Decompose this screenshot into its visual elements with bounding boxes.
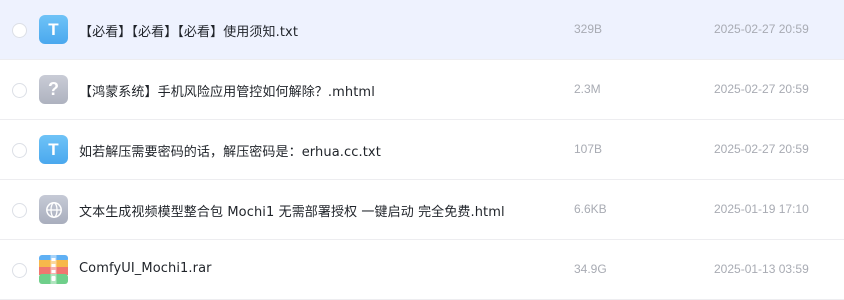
row-checkbox[interactable]: [12, 263, 27, 278]
file-name[interactable]: 如若解压需要密码的话，解压密码是：erhua.cc.txt: [79, 141, 381, 160]
file-size: 2.3M: [574, 82, 601, 96]
row-checkbox[interactable]: [12, 83, 27, 98]
file-row[interactable]: ComfyUI_Mochi1.rar 34.9G 2025-01-13 03:5…: [0, 240, 844, 300]
txt-file-icon: T: [39, 135, 68, 164]
row-checkbox[interactable]: [12, 23, 27, 38]
file-name[interactable]: 【必看】【必看】【必看】使用须知.txt: [79, 21, 298, 40]
file-size: 107B: [574, 142, 603, 156]
file-name[interactable]: 【鸿蒙系统】手机风险应用管控如何解除？.mhtml: [79, 81, 375, 100]
file-name[interactable]: ComfyUI_Mochi1.rar: [79, 261, 212, 276]
html-file-icon: [39, 195, 68, 224]
file-date: 2025-01-13 03:59: [714, 262, 809, 276]
file-row[interactable]: ? 【鸿蒙系统】手机风险应用管控如何解除？.mhtml 2.3M 2025-02…: [0, 60, 844, 120]
rar-archive-icon: [39, 255, 68, 284]
globe-icon: [45, 201, 62, 218]
file-list: T 【必看】【必看】【必看】使用须知.txt 329B 2025-02-27 2…: [0, 0, 844, 300]
file-size: 34.9G: [574, 262, 607, 276]
unknown-file-icon: ?: [39, 75, 68, 104]
file-size: 329B: [574, 22, 603, 36]
file-date: 2025-01-19 17:10: [714, 202, 809, 216]
row-checkbox[interactable]: [12, 203, 27, 218]
file-date: 2025-02-27 20:59: [714, 22, 809, 36]
file-row[interactable]: 文本生成视频模型整合包 Mochi1 无需部署授权 一键启动 完全免费.html…: [0, 180, 844, 240]
file-date: 2025-02-27 20:59: [714, 142, 809, 156]
txt-file-icon: T: [39, 15, 68, 44]
file-size: 6.6KB: [574, 202, 607, 216]
file-date: 2025-02-27 20:59: [714, 82, 809, 96]
file-row[interactable]: T 如若解压需要密码的话，解压密码是：erhua.cc.txt 107B 202…: [0, 120, 844, 180]
file-row[interactable]: T 【必看】【必看】【必看】使用须知.txt 329B 2025-02-27 2…: [0, 0, 844, 60]
file-name[interactable]: 文本生成视频模型整合包 Mochi1 无需部署授权 一键启动 完全免费.html: [79, 201, 505, 220]
row-checkbox[interactable]: [12, 143, 27, 158]
